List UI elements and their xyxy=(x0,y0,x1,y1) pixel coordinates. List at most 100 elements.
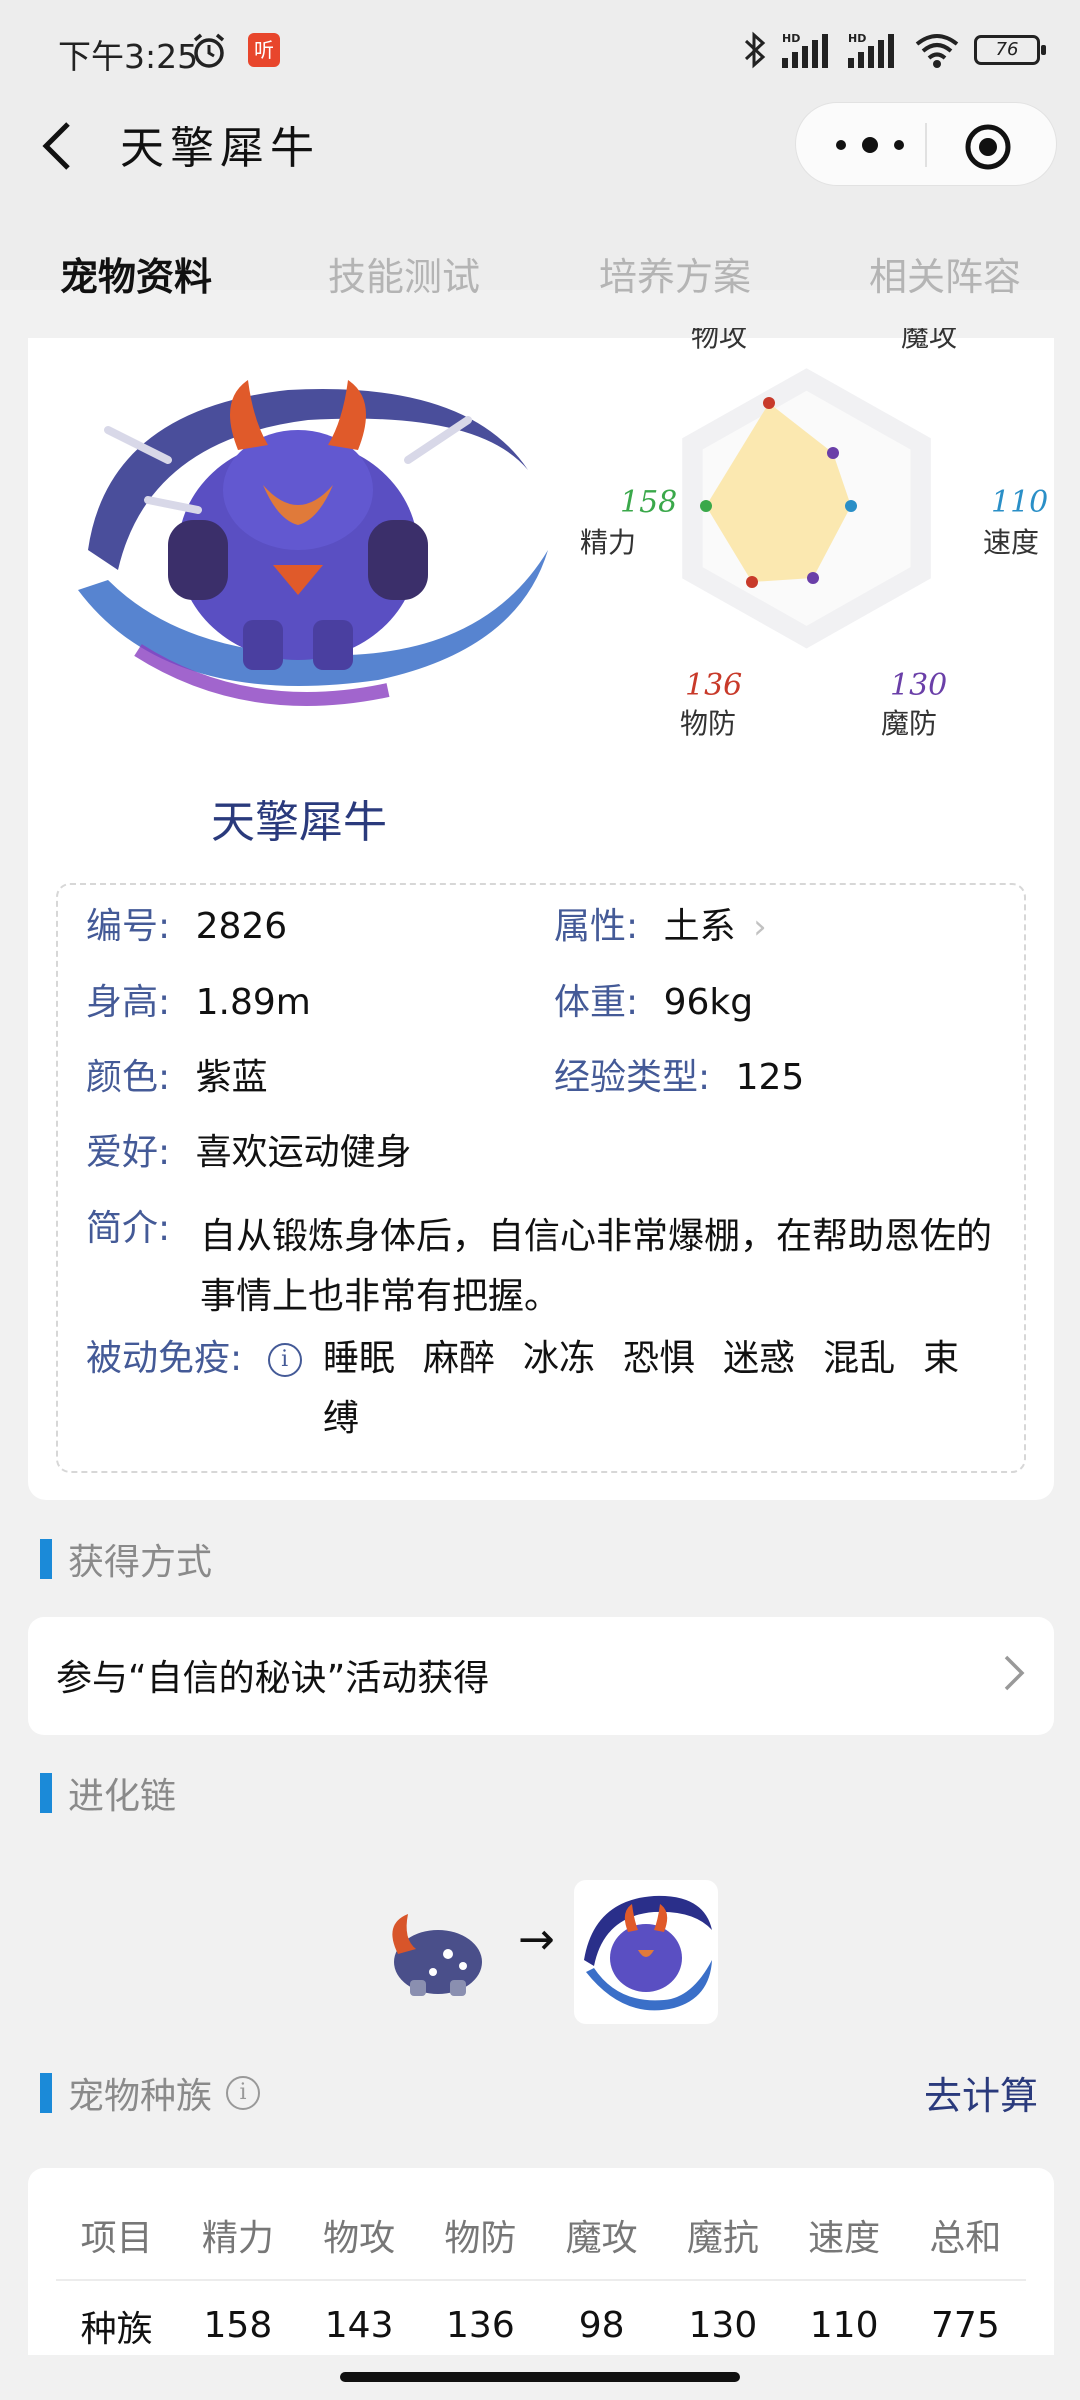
radar-label-energy: 精力 xyxy=(580,526,636,559)
radar-label-speed: 速度 xyxy=(983,526,1039,559)
color-label: 颜色: xyxy=(86,1057,171,1098)
home-indicator[interactable] xyxy=(340,2372,740,2382)
section-accent-bar xyxy=(40,1539,52,1579)
intro-label-row: 简介: xyxy=(86,1203,170,1255)
signal-hd-2-icon: HD xyxy=(848,32,894,68)
radar-point-magic-defense xyxy=(807,572,819,584)
radar-point-energy xyxy=(700,500,712,512)
signal-hd-1-icon: HD xyxy=(782,32,828,68)
info-icon[interactable]: i xyxy=(267,1343,302,1377)
radar-label-magic-defense: 魔防 xyxy=(881,707,937,740)
attribute-row[interactable]: 属性: 土系 › xyxy=(554,901,767,953)
evolution-section-title: 进化链 xyxy=(68,1776,177,1817)
table-header-row: 项目 精力 物攻 物防 魔攻 魔抗 速度 总和 xyxy=(56,2190,1026,2281)
height-value: 1.89m xyxy=(195,982,311,1023)
immune-label-row: 被动免疫: i xyxy=(86,1333,302,1385)
hobby-label: 爱好: xyxy=(86,1132,171,1173)
status-time: 下午3:25 xyxy=(58,37,199,76)
tab-skill-test[interactable]: 技能测试 xyxy=(328,246,480,301)
pet-details-box: 编号: 2826 属性: 土系 › 身高: 1.89m 体重: 96kg 颜色:… xyxy=(56,883,1026,1473)
battery-icon: 76 xyxy=(974,35,1046,65)
capsule-divider xyxy=(925,123,927,167)
exp-type-row: 经验类型: 125 xyxy=(554,1052,804,1104)
color-value: 紫蓝 xyxy=(195,1057,268,1098)
radar-point-defense xyxy=(746,576,758,588)
svg-text:HD: HD xyxy=(782,32,800,45)
calculate-link[interactable]: 去计算 xyxy=(924,2065,1038,2120)
obtain-section-title: 获得方式 xyxy=(68,1542,213,1583)
attribute-value: 土系 xyxy=(663,906,736,947)
race-section-title: 宠物种族 xyxy=(68,2076,213,2117)
chevron-right-icon xyxy=(1004,1655,1025,1691)
pet-info-card: 物攻 魔攻 158 精力 110 速度 136 物防 130 魔防 天擎犀牛 编… xyxy=(28,328,1054,1500)
table-header: 魔抗 xyxy=(662,2190,784,2281)
height-row: 身高: 1.89m xyxy=(86,977,311,1029)
evolution-stage-1-image[interactable] xyxy=(378,1904,488,2000)
status-bar: 下午3:25 听 HD HD 76 xyxy=(0,0,1080,100)
height-label: 身高: xyxy=(86,982,171,1023)
tab-bar: 宠物资料 技能测试 培养方案 相关阵容 xyxy=(0,240,1080,335)
color-row: 颜色: 紫蓝 xyxy=(86,1052,268,1104)
obtain-section-header: 获得方式 xyxy=(40,1537,212,1583)
evolution-section-header: 进化链 xyxy=(40,1771,176,1817)
section-accent-bar xyxy=(40,1773,52,1813)
obtain-method-text: 参与“自信的秘诀”活动获得 xyxy=(56,1658,490,1699)
intro-text: 自从锻炼身体后，自信心非常爆棚，在帮助恩佐的事情上也非常有把握。 xyxy=(200,1216,993,1317)
exp-type-label: 经验类型: xyxy=(554,1057,711,1098)
weight-label: 体重: xyxy=(554,982,639,1023)
radar-point-magic-attack xyxy=(827,447,839,459)
table-header: 项目 xyxy=(56,2190,178,2281)
alarm-icon xyxy=(193,33,225,68)
tab-pet-info[interactable]: 宠物资料 xyxy=(60,246,212,301)
obtain-method-card[interactable]: 参与“自信的秘诀”活动获得 xyxy=(28,1617,1054,1735)
immunity-item: 冰冻 xyxy=(523,1338,596,1379)
hobby-row: 爱好: 喜欢运动健身 xyxy=(86,1127,412,1179)
listen-app-badge: 听 xyxy=(248,33,280,67)
evolution-chain: → xyxy=(0,1860,1080,2040)
svg-text:HD: HD xyxy=(848,32,866,45)
table-header: 总和 xyxy=(904,2190,1026,2281)
radar-label-defense: 物防 xyxy=(680,707,736,740)
weight-row: 体重: 96kg xyxy=(554,977,753,1029)
evolution-stage-2-image xyxy=(584,1895,712,2011)
number-row: 编号: 2826 xyxy=(86,901,287,953)
stats-radar-chart: 物攻 魔攻 158 精力 110 速度 136 物防 130 魔防 xyxy=(580,328,1048,740)
race-section-header: 宠物种族 i xyxy=(40,2071,261,2117)
tab-related-lineup[interactable]: 相关阵容 xyxy=(869,246,1021,301)
radar-value-energy: 158 xyxy=(620,485,677,520)
battery-level: 76 xyxy=(995,39,1019,60)
page-title: 天擎犀牛 xyxy=(120,123,320,174)
table-header: 物攻 xyxy=(298,2190,420,2281)
radar-point-speed xyxy=(845,500,857,512)
immunity-list: 睡眠 麻醉 冰冻 恐惧 迷惑 混乱 束缚 xyxy=(323,1329,983,1449)
bluetooth-icon xyxy=(744,31,766,69)
radar-value-magic-defense: 130 xyxy=(890,668,947,703)
pet-illustration xyxy=(78,380,548,706)
radar-value-defense: 136 xyxy=(685,668,742,703)
more-icon[interactable] xyxy=(829,125,911,165)
pet-name: 天擎犀牛 xyxy=(211,797,387,848)
table-header: 物防 xyxy=(419,2190,541,2281)
race-stats-table: 项目 精力 物攻 物防 魔攻 魔抗 速度 总和 种族 158 143 136 9… xyxy=(56,2190,1026,2370)
evolution-arrow: → xyxy=(518,1914,555,1965)
number-value: 2826 xyxy=(195,906,288,947)
evolution-stage-2-thumb[interactable] xyxy=(574,1880,718,2024)
exp-type-value: 125 xyxy=(735,1057,805,1098)
section-accent-bar xyxy=(40,2073,52,2113)
close-program-icon[interactable] xyxy=(964,123,1012,171)
back-icon[interactable] xyxy=(38,118,78,174)
radar-label-magic-attack: 魔攻 xyxy=(901,328,957,353)
hobby-value: 喜欢运动健身 xyxy=(195,1132,412,1173)
table-header: 精力 xyxy=(177,2190,299,2281)
chevron-right-icon: › xyxy=(753,907,767,947)
weight-value: 96kg xyxy=(663,982,754,1023)
info-icon[interactable]: i xyxy=(226,2076,261,2110)
table-header: 速度 xyxy=(783,2190,905,2281)
immunity-item: 恐惧 xyxy=(623,1338,696,1379)
wifi-icon xyxy=(915,34,959,68)
status-indicators: HD HD 76 xyxy=(742,28,1046,72)
intro-label: 简介: xyxy=(86,1208,171,1249)
table-header: 魔攻 xyxy=(541,2190,663,2281)
immunity-item: 混乱 xyxy=(823,1338,896,1379)
tab-training-plan[interactable]: 培养方案 xyxy=(599,246,751,301)
